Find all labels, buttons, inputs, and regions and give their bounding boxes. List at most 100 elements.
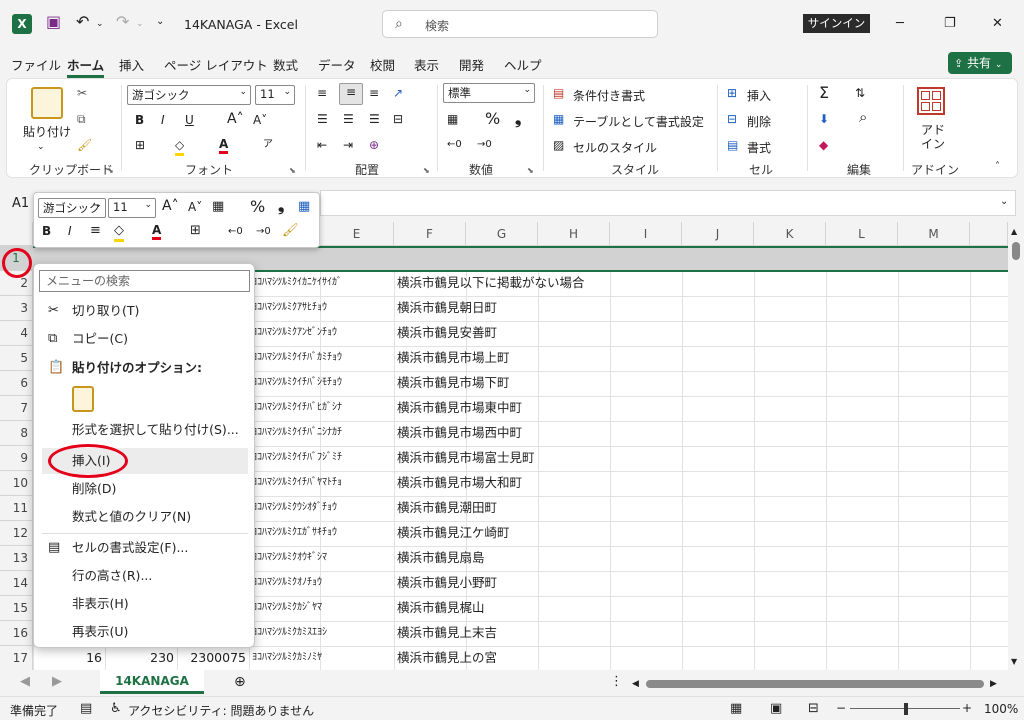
next-sheet-icon[interactable]: ▶ — [52, 674, 62, 690]
cell-e[interactable]: 横浜市鶴見江ケ崎町 — [394, 521, 794, 546]
fill-color-icon[interactable]: ◇ — [175, 137, 185, 156]
undo-icon[interactable]: ↶ — [76, 14, 89, 30]
row-header[interactable]: 10 — [0, 471, 33, 496]
scroll-right-icon[interactable]: ▶ — [990, 676, 997, 692]
cell-e[interactable]: 横浜市鶴見安善町 — [394, 321, 794, 346]
decrease-decimal-icon[interactable]: →0 — [477, 137, 492, 153]
zoom-slider-thumb[interactable] — [904, 703, 908, 715]
zoom-level[interactable]: 100% — [984, 702, 1018, 716]
tab-view[interactable]: 表示 — [414, 55, 439, 74]
cell-styles-icon[interactable]: ▨ — [553, 137, 564, 153]
menu-copy[interactable]: ⧉ コピー(C) — [42, 326, 248, 352]
cell-d[interactable]: ﾖｺﾊﾏｼﾂﾙﾐｸｳｼｵﾀﾞﾁｮｳ — [249, 496, 394, 521]
cell-styles-button[interactable]: セルのスタイル — [573, 139, 657, 156]
scrollbar-thumb[interactable] — [1012, 242, 1020, 260]
cell-d[interactable]: ﾖｺﾊﾏｼﾂﾙﾐｸｲﾁﾊﾞｼﾓﾁｮｳ — [249, 371, 394, 396]
dialog-launcher-icon[interactable]: ⬊ — [527, 163, 534, 179]
tab-splitter-icon[interactable]: ⋮ — [610, 674, 623, 690]
expand-formula-icon[interactable]: ⌄ — [1000, 194, 1008, 210]
page-break-view-icon[interactable]: ⊟ — [808, 701, 819, 717]
tab-formulas[interactable]: 数式 — [273, 55, 298, 74]
italic-button[interactable]: I — [161, 113, 165, 127]
delete-cells-button[interactable]: 削除 — [747, 113, 771, 130]
cut-icon[interactable]: ✂ — [77, 85, 87, 101]
format-painter-icon[interactable]: 🖌 — [77, 137, 92, 153]
dialog-launcher-icon[interactable]: ⬊ — [107, 163, 114, 179]
cell-e[interactable]: 横浜市鶴見潮田町 — [394, 496, 794, 521]
zoom-in-button[interactable]: + — [962, 701, 972, 715]
cell-e[interactable]: 横浜市鶴見扇島 — [394, 546, 794, 571]
insert-cells-button[interactable]: 挿入 — [747, 87, 771, 104]
mini-bold-button[interactable]: B — [42, 224, 51, 238]
mini-percent-button[interactable]: % — [250, 197, 265, 216]
menu-paste-special[interactable]: 形式を選択して貼り付け(S)... — [42, 417, 248, 443]
menu-clear[interactable]: 数式と値のクリア(N) — [42, 504, 248, 530]
cell-c[interactable]: 2300075 — [177, 646, 249, 670]
vertical-scrollbar[interactable]: ▲ ▼ — [1008, 222, 1024, 670]
merge-center-icon[interactable]: ⊕ — [369, 137, 379, 153]
increase-indent-icon[interactable]: ⇥ — [343, 137, 353, 153]
cell-e[interactable]: 横浜市鶴見市場富士見町 — [394, 446, 794, 471]
row-header[interactable]: 13 — [0, 546, 33, 571]
mini-accounting-icon[interactable]: ▦ — [212, 199, 224, 215]
scroll-down-icon[interactable]: ▼ — [1011, 654, 1017, 670]
align-top-icon[interactable]: ≡ — [317, 85, 327, 101]
cell-d[interactable]: ﾖｺﾊﾏｼﾂﾙﾐｸｴｶﾞｻｷﾁｮｳ — [249, 521, 394, 546]
cell-e[interactable]: 横浜市鶴見市場西中町 — [394, 421, 794, 446]
mini-fill-color-icon[interactable]: ◇ — [114, 223, 124, 242]
row-header[interactable]: 4 — [0, 321, 33, 346]
tab-help[interactable]: ヘルプ — [504, 55, 542, 74]
mini-font-grow-button[interactable]: A˄ — [162, 198, 179, 214]
row-header[interactable]: 9 — [0, 446, 33, 471]
column-header[interactable] — [970, 222, 1008, 246]
name-box[interactable]: A1 — [12, 196, 29, 211]
column-header[interactable]: E — [320, 222, 394, 246]
redo-icon[interactable]: ↷ — [116, 14, 129, 30]
collapse-ribbon-icon[interactable]: ˄ — [995, 159, 1000, 175]
cell-d[interactable]: ﾖｺﾊﾏｼﾂﾙﾐｸｲﾁﾊﾞﾋｶﾞｼﾅ — [249, 396, 394, 421]
tab-insert[interactable]: 挿入 — [119, 55, 144, 74]
borders-icon[interactable]: ⊞ — [135, 137, 145, 153]
row-header[interactable]: 12 — [0, 521, 33, 546]
cell-e[interactable]: 横浜市鶴見市場大和町 — [394, 471, 794, 496]
close-icon[interactable]: ✕ — [992, 16, 1003, 32]
select-all-corner[interactable] — [0, 222, 33, 246]
align-right-icon[interactable]: ☰ — [369, 111, 380, 127]
cell-e[interactable]: 横浜市鶴見朝日町 — [394, 296, 794, 321]
copy-icon[interactable]: ⧉ — [77, 111, 86, 127]
number-format-dropdown[interactable]: 標準 ⌄ — [443, 83, 535, 103]
mini-italic-button[interactable]: I — [68, 224, 72, 238]
save-icon[interactable]: ▣ — [46, 14, 61, 30]
customize-qat-icon[interactable]: ⌄ — [156, 14, 164, 30]
mini-font-color-icon[interactable]: A — [152, 223, 162, 240]
row-header[interactable]: 15 — [0, 596, 33, 621]
mini-format-table-icon[interactable]: ▦ — [298, 199, 310, 215]
mini-format-painter-icon[interactable]: 🖌 — [282, 223, 299, 239]
orientation-icon[interactable]: ↗ — [393, 85, 403, 101]
cell-e[interactable]: 横浜市鶴見以下に掲載がない場合 — [394, 271, 794, 296]
horizontal-scrollbar-thumb[interactable] — [646, 680, 984, 688]
menu-format-cells[interactable]: ▤ セルの書式設定(F)... — [42, 535, 248, 561]
conditional-format-button[interactable]: 条件付き書式 — [573, 87, 645, 104]
paste-button[interactable]: 貼り付け — [23, 123, 71, 140]
mini-size-dropdown[interactable]: 11 ⌄ — [108, 198, 156, 218]
addins-label-2[interactable]: イン — [921, 135, 945, 152]
signin-button[interactable]: サインイン — [803, 14, 870, 33]
column-header[interactable]: K — [754, 222, 826, 246]
increase-decimal-icon[interactable]: ←0 — [447, 137, 462, 153]
sort-filter-icon[interactable]: ⇅ — [855, 85, 865, 101]
mini-font-dropdown[interactable]: 游ゴシック ⌄ — [38, 198, 106, 218]
accessibility-icon[interactable]: ♿ — [110, 701, 122, 717]
mini-comma-button[interactable]: ❟ — [278, 196, 284, 216]
autosum-icon[interactable]: Σ — [819, 83, 829, 102]
mini-font-shrink-button[interactable]: A˅ — [188, 200, 202, 214]
font-color-icon[interactable]: A — [219, 137, 229, 154]
font-size-dropdown[interactable]: 11 ⌄ — [255, 85, 295, 105]
row-header[interactable]: 3 — [0, 296, 33, 321]
formula-input[interactable] — [320, 190, 1016, 216]
cell-d[interactable]: ﾖｺﾊﾏｼﾂﾙﾐｸｲﾁﾊﾞﾆｼﾅｶﾁ — [249, 421, 394, 446]
bold-button[interactable]: B — [135, 113, 144, 127]
insert-cells-icon[interactable]: ⊞ — [727, 85, 737, 101]
cell-d[interactable]: ﾖｺﾊﾏｼﾂﾙﾐｸｶﾐﾉﾐﾔ — [249, 646, 394, 670]
font-name-dropdown[interactable]: 游ゴシック ⌄ — [127, 85, 251, 105]
